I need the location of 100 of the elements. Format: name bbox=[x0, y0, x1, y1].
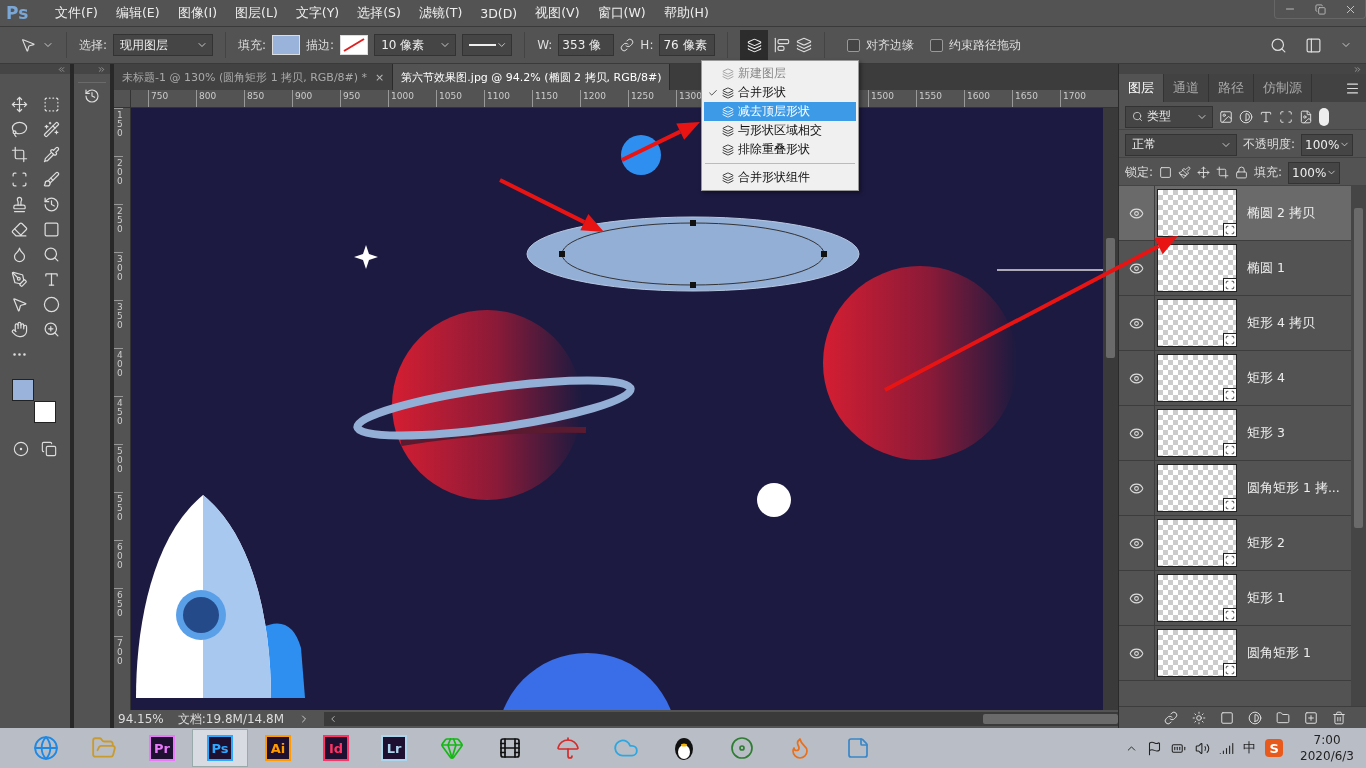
layer-row[interactable]: 矩形 4 bbox=[1119, 351, 1351, 406]
width-field[interactable]: 353 像 bbox=[558, 34, 615, 56]
visibility-eye-icon[interactable] bbox=[1129, 645, 1144, 661]
checkbox[interactable] bbox=[930, 38, 944, 52]
menu-item[interactable]: 排除重叠形状 bbox=[704, 140, 856, 159]
path-select-tool-icon[interactable] bbox=[20, 37, 36, 53]
layer-row[interactable]: 矩形 1 bbox=[1119, 571, 1351, 626]
lock-all-icon[interactable] bbox=[1235, 166, 1249, 179]
type-tool-icon[interactable] bbox=[42, 271, 60, 288]
link-layers-icon[interactable] bbox=[1164, 710, 1178, 725]
blend-mode-dropdown[interactable]: 正常 bbox=[1125, 133, 1237, 156]
background-color-swatch[interactable] bbox=[34, 401, 56, 423]
screen-mode-icon[interactable] bbox=[41, 441, 57, 457]
menu-item[interactable]: 与形状区域相交 bbox=[704, 121, 856, 140]
menu-item[interactable]: 滤镜(T) bbox=[409, 4, 472, 22]
menu-item[interactable]: 帮助(H) bbox=[654, 4, 718, 22]
layer-select-dropdown[interactable]: 现用图层 bbox=[113, 34, 214, 56]
shapes-icon[interactable] bbox=[746, 37, 762, 53]
pen-tool-icon[interactable] bbox=[10, 271, 28, 288]
layer-row[interactable]: 椭圆 1 bbox=[1119, 241, 1351, 296]
link-icon[interactable] bbox=[620, 38, 635, 52]
layer-row[interactable]: 矩形 2 bbox=[1119, 516, 1351, 571]
eraser-tool-icon[interactable] bbox=[10, 221, 28, 238]
gradient-tool-icon[interactable] bbox=[42, 221, 60, 238]
volume-icon[interactable] bbox=[1195, 740, 1211, 756]
lock-artboard-icon[interactable] bbox=[1216, 166, 1230, 179]
path-select-tool-icon[interactable] bbox=[10, 296, 28, 313]
taskbar-button[interactable]: Ps bbox=[192, 729, 248, 767]
ellipse-tool-icon[interactable] bbox=[42, 296, 60, 313]
patch-tool-icon[interactable] bbox=[10, 171, 28, 188]
visibility-eye-icon[interactable] bbox=[1129, 315, 1144, 331]
wand-tool-icon[interactable] bbox=[42, 121, 60, 138]
mask-icon[interactable] bbox=[1220, 710, 1234, 725]
folder-icon[interactable] bbox=[1276, 710, 1290, 725]
document-tab[interactable]: 第六节效果图.jpg @ 94.2% (椭圆 2 拷贝, RGB/8#) bbox=[393, 64, 671, 90]
search-icon[interactable] bbox=[1132, 111, 1143, 122]
menu-item[interactable]: 3D(D) bbox=[471, 5, 527, 21]
layer-row[interactable]: 圆角矩形 1 拷... bbox=[1119, 461, 1351, 516]
history-icon[interactable] bbox=[84, 87, 100, 104]
layer-row[interactable]: 圆角矩形 1 bbox=[1119, 626, 1351, 681]
restore-icon[interactable] bbox=[1314, 3, 1326, 15]
search-icon[interactable] bbox=[1270, 36, 1287, 54]
zoom-tool-icon[interactable] bbox=[42, 321, 60, 338]
scrollbar-thumb[interactable] bbox=[1106, 238, 1115, 358]
stroke-width-dropdown[interactable]: 10 像素 bbox=[374, 34, 457, 56]
layer-row[interactable]: 矩形 4 拷贝 bbox=[1119, 296, 1351, 351]
height-field[interactable]: 76 像素 bbox=[659, 34, 716, 56]
layer-row[interactable]: 椭圆 2 拷贝 bbox=[1119, 186, 1351, 241]
fill-field[interactable]: 100% bbox=[1288, 161, 1341, 184]
move-tool-icon[interactable] bbox=[10, 96, 28, 113]
scroll-left-icon[interactable] bbox=[328, 714, 338, 724]
workspace-icon[interactable] bbox=[1305, 36, 1322, 54]
adjustment-filter-icon[interactable] bbox=[1239, 109, 1253, 124]
visibility-eye-icon[interactable] bbox=[1129, 205, 1144, 221]
lasso-tool-icon[interactable] bbox=[10, 121, 28, 138]
type-filter-icon[interactable] bbox=[1259, 109, 1273, 124]
opacity-field[interactable]: 100% bbox=[1301, 133, 1354, 156]
fill-swatch[interactable] bbox=[272, 35, 301, 55]
taskbar-button[interactable]: Pr bbox=[134, 729, 190, 767]
stroke-style-dropdown[interactable] bbox=[462, 34, 513, 56]
menu-item[interactable]: 图层(L) bbox=[226, 4, 287, 22]
visibility-eye-icon[interactable] bbox=[1129, 535, 1144, 551]
selected-ellipse-drawing[interactable] bbox=[526, 216, 860, 292]
stamp-tool-icon[interactable] bbox=[10, 196, 28, 213]
eyedropper-tool-icon[interactable] bbox=[42, 146, 60, 163]
panel-tab[interactable]: 图层 bbox=[1119, 74, 1164, 102]
horizontal-scrollbar[interactable] bbox=[324, 712, 1118, 726]
checkbox[interactable] bbox=[847, 38, 861, 52]
menu-item[interactable]: 视图(V) bbox=[526, 4, 589, 22]
no-stroke-swatch[interactable] bbox=[340, 35, 369, 55]
hand-tool-icon[interactable] bbox=[10, 321, 28, 338]
adjustment-layer-icon[interactable] bbox=[1248, 710, 1262, 725]
menu-item[interactable]: 合并形状组件 bbox=[704, 168, 856, 187]
menu-item[interactable]: 文字(Y) bbox=[286, 4, 349, 22]
lock-transparency-icon[interactable] bbox=[1159, 166, 1173, 179]
menu-item[interactable]: 窗口(W) bbox=[588, 4, 655, 22]
brush-tool-icon[interactable] bbox=[42, 171, 60, 188]
visibility-eye-icon[interactable] bbox=[1129, 480, 1144, 496]
quick-mask-icon[interactable] bbox=[13, 441, 29, 457]
layer-row[interactable]: 矩形 3 bbox=[1119, 406, 1351, 461]
panel-menu-icon[interactable] bbox=[1345, 80, 1360, 96]
input-method[interactable]: 中 bbox=[1243, 739, 1257, 757]
lock-pixels-icon[interactable] bbox=[1178, 166, 1192, 179]
menu-item[interactable]: 编辑(E) bbox=[106, 4, 169, 22]
fx-icon[interactable] bbox=[1192, 710, 1206, 725]
foreground-color-swatch[interactable] bbox=[12, 379, 34, 401]
visibility-eye-icon[interactable] bbox=[1129, 370, 1144, 386]
tab-close-button[interactable]: × bbox=[375, 70, 385, 84]
path-operations-button[interactable] bbox=[740, 30, 769, 60]
scrollbar-thumb[interactable] bbox=[1354, 208, 1363, 528]
arrange-icon[interactable] bbox=[796, 37, 813, 53]
menu-item[interactable]: 文件(F) bbox=[46, 4, 107, 22]
taskbar-button[interactable]: Lr bbox=[366, 729, 422, 767]
dodge-tool-icon[interactable] bbox=[42, 246, 60, 263]
crop-tool-icon[interactable] bbox=[10, 146, 28, 163]
filter-dropdown[interactable]: 类型 bbox=[1125, 105, 1213, 128]
shape-filter-icon[interactable] bbox=[1279, 109, 1293, 124]
image-filter-icon[interactable] bbox=[1219, 109, 1233, 124]
scrollbar-thumb[interactable] bbox=[983, 714, 1118, 724]
filter-toggle[interactable] bbox=[1319, 107, 1329, 126]
